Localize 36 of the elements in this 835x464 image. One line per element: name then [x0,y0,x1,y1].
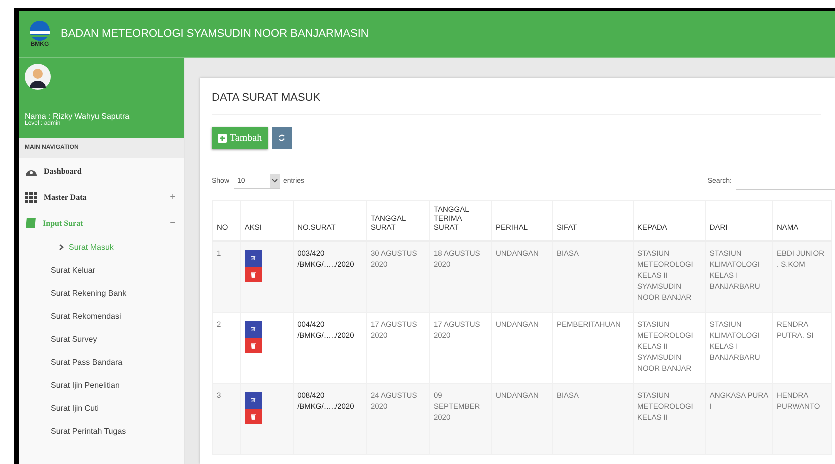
card-title: DATA SURAT MASUK [212,78,821,115]
caret-icon [272,179,278,183]
refresh-icon [278,133,286,143]
avatar-icon [25,64,51,90]
edit-button[interactable] [244,321,262,338]
plus-icon [218,134,227,142]
chevron-icon [59,244,64,251]
delete-button[interactable] [244,338,262,353]
edit-button[interactable] [244,392,262,409]
delete-button[interactable] [244,409,262,424]
book-icon [25,217,37,229]
trash-icon [250,412,256,420]
trash-icon [250,342,256,350]
edit-icon [250,396,256,405]
submenu-item[interactable]: Surat Keluar [19,259,184,282]
submenu-item[interactable]: Surat Survey [19,328,184,351]
user-name: Nama : Rizky Wahyu Saputra [25,112,131,121]
grid-icon [25,192,38,202]
submenu-item[interactable]: Surat Pass Bandara [19,351,184,374]
logo-icon [29,20,51,42]
submenu-item[interactable]: Surat Perintah Tugas [19,420,184,443]
menu-item[interactable]: Master Data + [19,184,184,210]
toggle-icon: − [170,218,176,228]
edit-button[interactable] [244,250,262,267]
edit-icon [250,325,256,334]
header-title: BADAN METEOROLOGI SYAMSUDIN NOOR BANJARMASIN [61,28,369,40]
menu-item[interactable]: Dashboard [19,158,184,184]
refresh-button[interactable] [272,127,292,149]
submenu-item[interactable]: Surat Rekomendasi [19,305,184,328]
submenu-item[interactable]: Surat Rekening Bank [19,282,184,305]
submenu-item[interactable]: Surat Ijin Cuti [19,397,184,420]
delete-button[interactable] [244,267,262,282]
edit-icon [250,254,256,263]
toggle-icon: + [170,192,176,202]
trash-icon [250,270,256,278]
submenu-item[interactable]: Surat Ijin Penelitian [19,374,184,397]
